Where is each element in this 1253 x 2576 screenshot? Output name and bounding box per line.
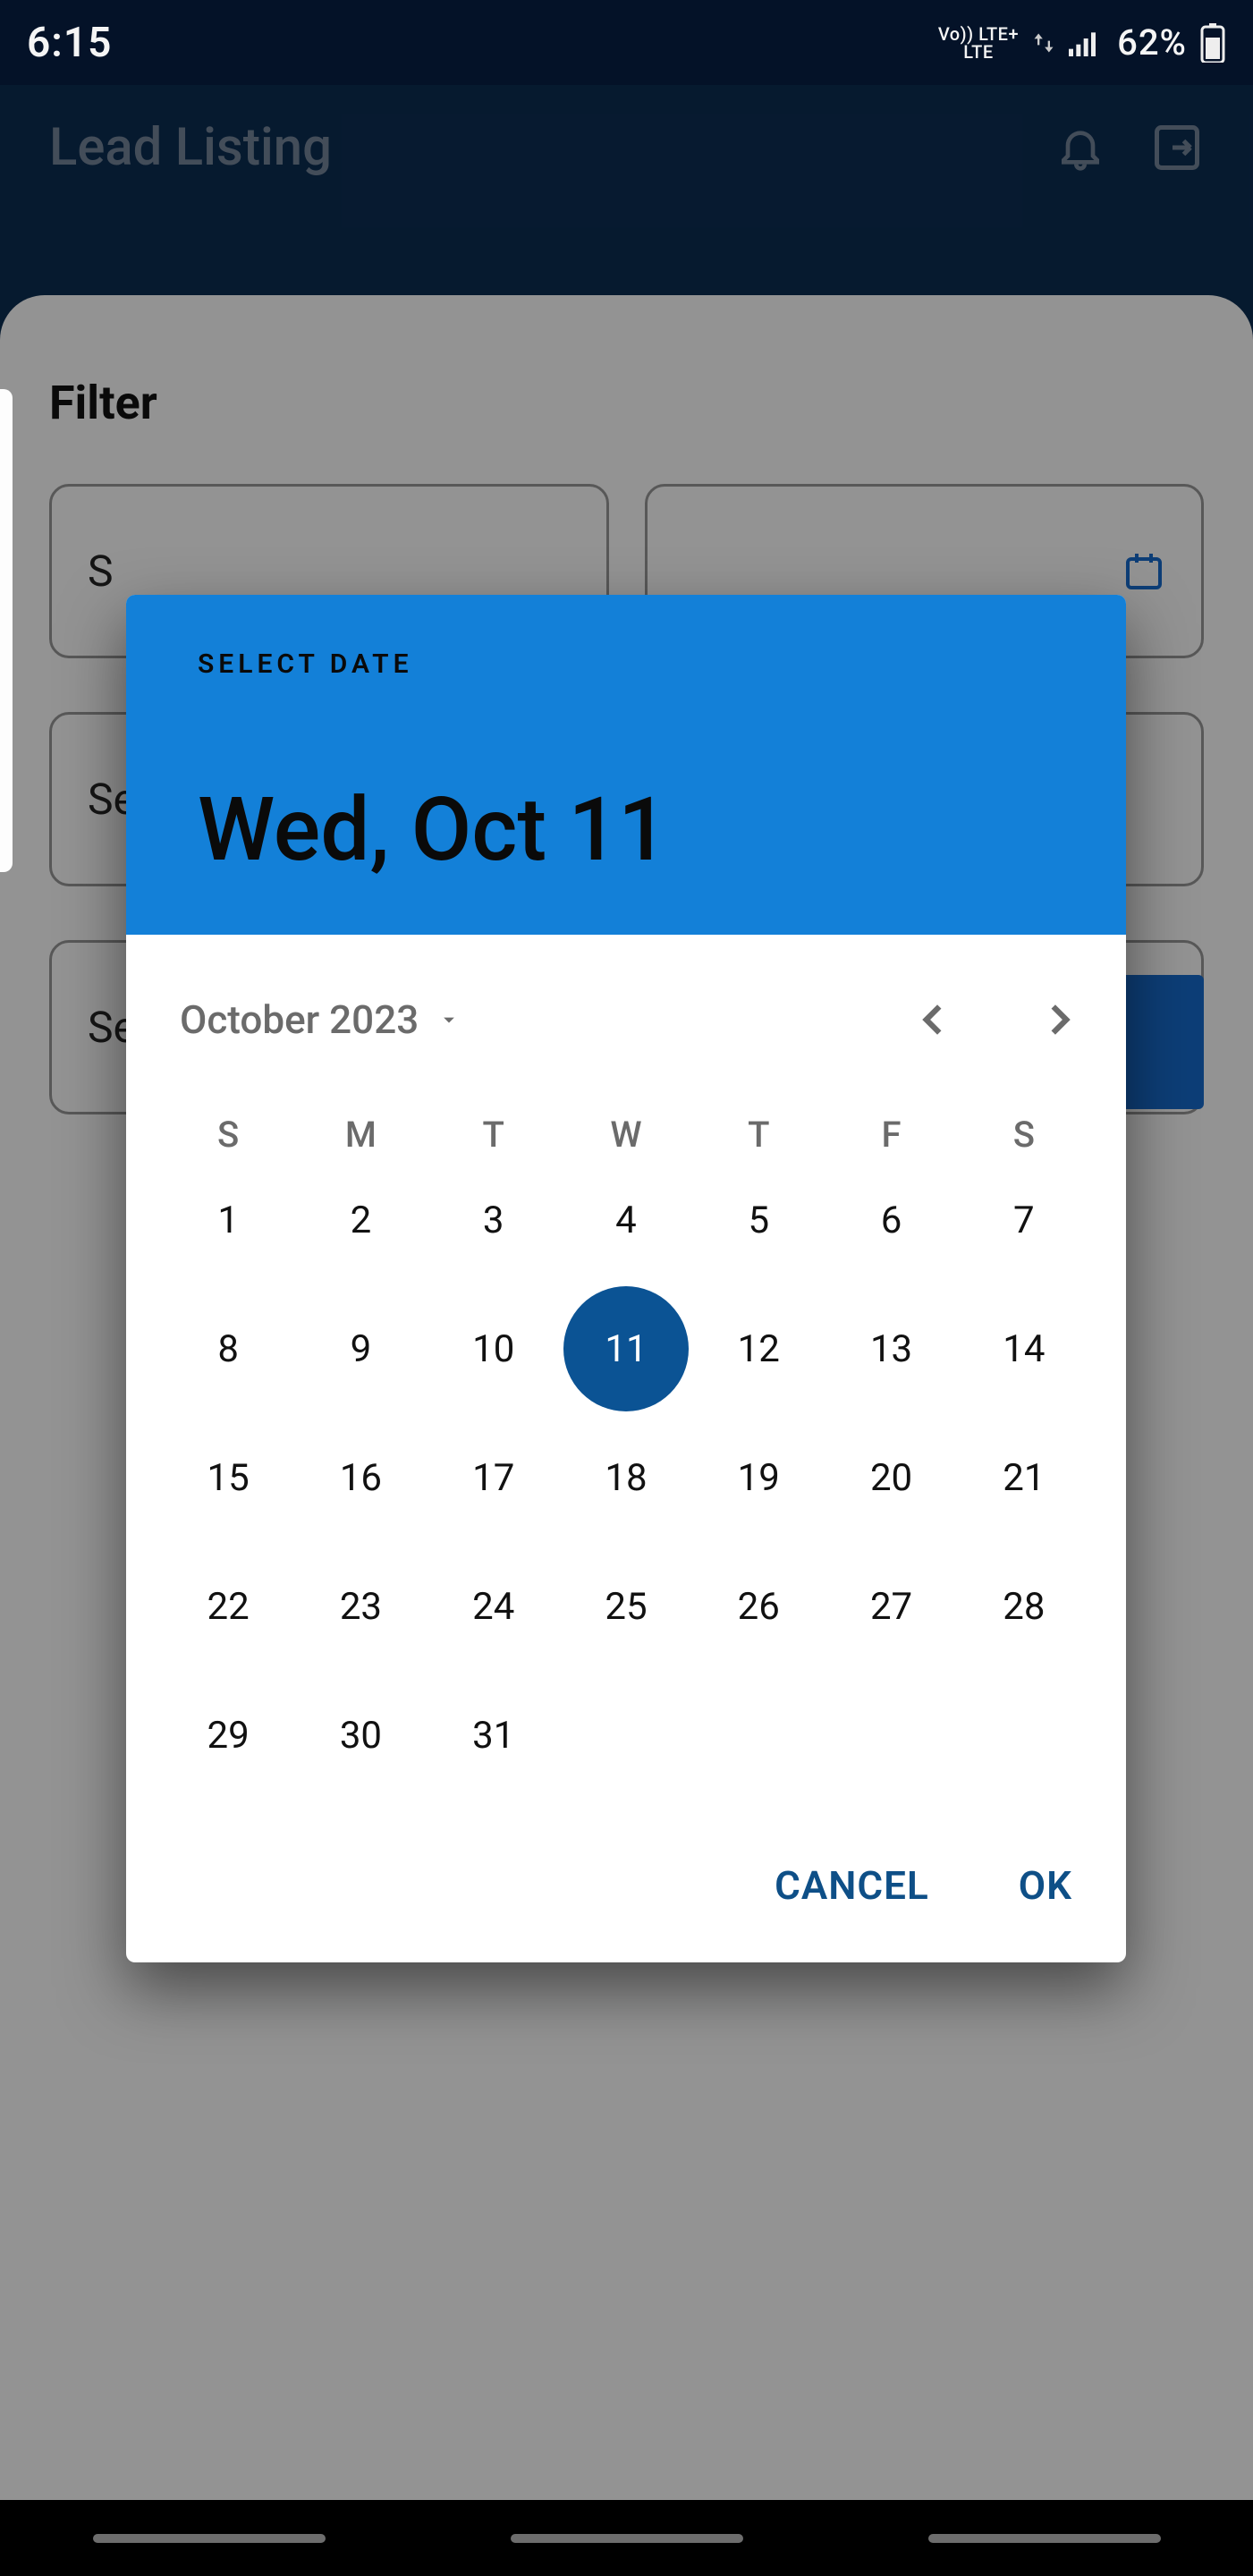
status-time: 6:15 [27,19,112,67]
calendar-day[interactable]: 18 [560,1413,692,1542]
calendar-day[interactable]: 22 [162,1542,294,1671]
network-bottom: LTE [963,43,993,61]
edge-swipe-handle[interactable] [0,389,13,872]
ok-button[interactable]: OK [1019,1862,1072,1909]
dropdown-triangle-icon [436,1007,461,1032]
calendar-day[interactable]: 28 [958,1542,1090,1671]
calendar-day-number: 31 [429,1671,558,1800]
status-right: Vo)) LTE+ LTE 62% [938,21,1226,64]
date-picker-supertitle: SELECT DATE [198,648,1054,680]
calendar-day[interactable]: 6 [825,1156,957,1284]
calendar-day-number: 8 [164,1284,292,1413]
calendar-day-number: 4 [562,1156,690,1284]
nav-back-button[interactable] [928,2534,1161,2543]
calendar-day[interactable]: 3 [428,1156,560,1284]
calendar-day-number: 11 [563,1286,689,1411]
calendar-day-number: 27 [827,1542,956,1671]
calendar-day-number: 24 [429,1542,558,1671]
calendar-day-number: 14 [960,1284,1088,1413]
calendar-day[interactable]: 8 [162,1284,294,1413]
calendar-day[interactable]: 23 [294,1542,427,1671]
calendar-day-number: 28 [960,1542,1088,1671]
calendar-day[interactable]: 14 [958,1284,1090,1413]
calendar-day[interactable]: 27 [825,1542,957,1671]
calendar-day-number: 1 [164,1156,292,1284]
signal-icon [1069,30,1105,56]
calendar-day[interactable]: 26 [692,1542,825,1671]
calendar-day-number: 20 [827,1413,956,1542]
weekday-header: W [560,1114,692,1156]
calendar-day[interactable]: 5 [692,1156,825,1284]
calendar-day-number: 25 [562,1542,690,1671]
calendar-day[interactable]: 29 [162,1671,294,1800]
data-arrows-icon [1031,30,1056,55]
calendar-day-number: 16 [296,1413,425,1542]
weekday-header-row: SMTWTFS [162,1114,1090,1156]
calendar-day[interactable]: 25 [560,1542,692,1671]
next-month-button[interactable] [1037,997,1081,1042]
weekday-header: F [825,1114,957,1156]
date-picker-dialog: SELECT DATE Wed, Oct 11 October 2023 [126,595,1126,1962]
app-area: Lead Listing Filter S Se Se er [0,85,1253,2500]
network-top: Vo)) LTE+ [938,25,1019,43]
weekday-header: S [958,1114,1090,1156]
date-picker-selected-date: Wed, Oct 11 [198,778,1054,881]
month-year-dropdown[interactable]: October 2023 [180,996,461,1043]
battery-icon [1199,23,1226,63]
calendar-day-number: 7 [960,1156,1088,1284]
nav-home-button[interactable] [511,2534,743,2543]
weekday-header: S [162,1114,294,1156]
weekday-header: T [692,1114,825,1156]
calendar-day[interactable]: 10 [428,1284,560,1413]
system-nav-bar [0,2500,1253,2576]
calendar-day-number: 23 [296,1542,425,1671]
calendar-day[interactable]: 12 [692,1284,825,1413]
calendar-day[interactable]: 24 [428,1542,560,1671]
calendar-day[interactable]: 11 [560,1284,692,1413]
calendar-day-number: 3 [429,1156,558,1284]
calendar-day-number: 21 [960,1413,1088,1542]
calendar-day[interactable]: 1 [162,1156,294,1284]
calendar-day[interactable]: 13 [825,1284,957,1413]
status-bar: 6:15 Vo)) LTE+ LTE 62% [0,0,1253,85]
calendar-day[interactable]: 17 [428,1413,560,1542]
calendar-day[interactable]: 4 [560,1156,692,1284]
calendar-day-number: 12 [694,1284,823,1413]
calendar-day-number: 30 [296,1671,425,1800]
calendar-day-number: 5 [694,1156,823,1284]
cancel-button[interactable]: CANCEL [775,1862,929,1909]
prev-month-button[interactable] [911,997,956,1042]
calendar-day-number: 9 [296,1284,425,1413]
calendar-day-number: 10 [429,1284,558,1413]
calendar-day-number: 15 [164,1413,292,1542]
calendar-day[interactable]: 2 [294,1156,427,1284]
battery-percent: 62% [1117,21,1187,64]
calendar-day[interactable]: 19 [692,1413,825,1542]
month-year-label: October 2023 [180,996,419,1043]
calendar-day[interactable]: 15 [162,1413,294,1542]
calendar-day-number: 22 [164,1542,292,1671]
date-picker-header: SELECT DATE Wed, Oct 11 [126,595,1126,935]
calendar-day[interactable]: 9 [294,1284,427,1413]
calendar-day[interactable]: 16 [294,1413,427,1542]
calendar-day[interactable]: 31 [428,1671,560,1800]
calendar-day[interactable]: 30 [294,1671,427,1800]
calendar-day-number: 13 [827,1284,956,1413]
calendar-day-number: 17 [429,1413,558,1542]
calendar-day-number: 19 [694,1413,823,1542]
calendar-day-number: 26 [694,1542,823,1671]
calendar-day-number: 6 [827,1156,956,1284]
calendar-day-number: 29 [164,1671,292,1800]
calendar-day-number: 2 [296,1156,425,1284]
weekday-header: M [294,1114,427,1156]
nav-recent-button[interactable] [93,2534,326,2543]
calendar-day[interactable]: 21 [958,1413,1090,1542]
calendar-day-number: 18 [562,1413,690,1542]
weekday-header: T [428,1114,560,1156]
network-indicator: Vo)) LTE+ LTE [938,25,1019,61]
calendar-grid: 1234567891011121314151617181920212223242… [162,1156,1090,1800]
calendar-day[interactable]: 7 [958,1156,1090,1284]
calendar-day[interactable]: 20 [825,1413,957,1542]
